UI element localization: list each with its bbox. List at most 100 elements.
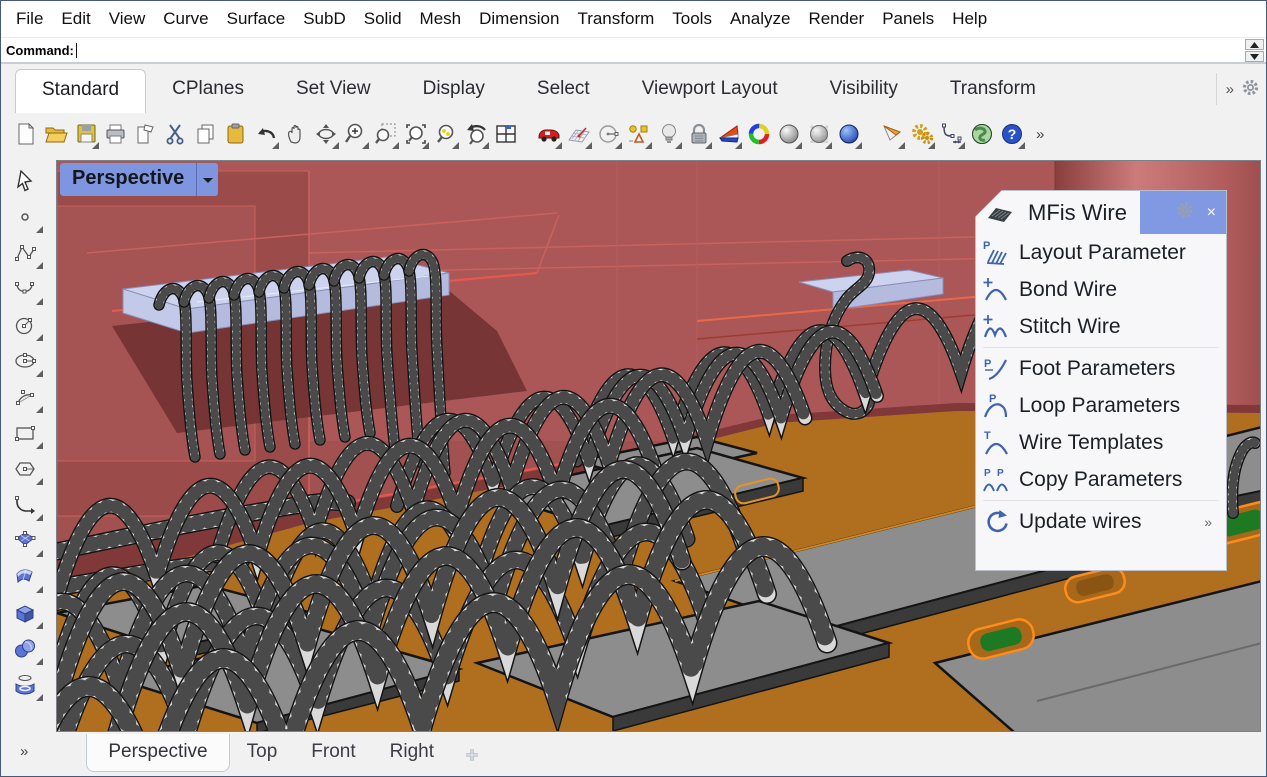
polygon-icon[interactable] <box>7 451 43 487</box>
web-browser-earth-icon[interactable] <box>969 118 995 151</box>
fillet-curves-icon[interactable] <box>7 487 43 523</box>
menu-surface[interactable]: Surface <box>218 7 295 31</box>
print-icon[interactable] <box>103 118 129 151</box>
spin-up-button[interactable] <box>1245 39 1264 50</box>
menu-subd[interactable]: SubD <box>294 7 355 31</box>
export-with-tag-icon[interactable] <box>133 118 159 151</box>
options-gears-icon[interactable] <box>909 118 935 151</box>
new-document-icon[interactable] <box>13 118 39 151</box>
perspective-viewport[interactable]: Perspective MFis Wire × P <box>56 160 1261 732</box>
open-file-icon[interactable] <box>43 118 69 151</box>
zoom-target-icon[interactable] <box>433 118 459 151</box>
control-point-curve-icon[interactable] <box>7 235 43 271</box>
interpolate-curve-icon[interactable] <box>7 271 43 307</box>
zoom-dynamic-icon[interactable] <box>343 118 369 151</box>
spotlight-icon[interactable] <box>879 118 905 151</box>
dimension-icon[interactable] <box>939 118 965 151</box>
viewport-tab-front[interactable]: Front <box>294 734 372 763</box>
box-icon[interactable] <box>7 595 43 631</box>
pan-view-icon[interactable] <box>283 118 309 151</box>
left-toolbar-overflow-chevron[interactable]: » <box>20 743 28 760</box>
cut-icon[interactable] <box>163 118 189 151</box>
viewport-tab-right[interactable]: Right <box>373 734 451 763</box>
add-viewport-icon[interactable] <box>465 746 479 768</box>
tab-display[interactable]: Display <box>397 78 511 113</box>
tab-overflow-chevron[interactable]: » <box>1226 81 1234 98</box>
rotate-view-icon[interactable] <box>313 118 339 151</box>
toolbar-overflow-chevron[interactable]: » <box>1036 126 1044 143</box>
tab-select[interactable]: Select <box>511 78 616 113</box>
mfis-item-layout-parameter[interactable]: P Layout Parameter <box>976 234 1226 271</box>
point-icon[interactable] <box>7 199 43 235</box>
mfis-wire-panel: MFis Wire × P Layout Parameter Bond Wire <box>975 190 1227 571</box>
menu-dimension[interactable]: Dimension <box>470 7 568 31</box>
chevron-down-icon[interactable] <box>196 163 218 196</box>
revolve-icon[interactable] <box>7 667 43 703</box>
menu-mesh[interactable]: Mesh <box>411 7 471 31</box>
menu-file[interactable]: File <box>7 7 52 31</box>
menu-solid[interactable]: Solid <box>355 7 411 31</box>
gear-icon[interactable] <box>1175 200 1195 226</box>
menu-view[interactable]: View <box>100 7 155 31</box>
menu-curve[interactable]: Curve <box>154 7 217 31</box>
mfis-item-update-wires[interactable]: Update wires » <box>976 503 1226 540</box>
tab-cplanes[interactable]: CPlanes <box>146 78 270 113</box>
tab-visibility[interactable]: Visibility <box>804 78 924 113</box>
move-car-icon[interactable] <box>536 118 562 151</box>
rectangle-icon[interactable] <box>7 415 43 451</box>
mfis-item-foot-parameters[interactable]: P Foot Parameters <box>976 350 1226 387</box>
tab-set-view[interactable]: Set View <box>270 78 397 113</box>
loop-parameters-icon: P <box>983 392 1010 419</box>
mfis-item-stitch-wire[interactable]: Stitch Wire <box>976 308 1226 345</box>
select-arrow-icon[interactable] <box>7 163 43 199</box>
menu-panels[interactable]: Panels <box>873 7 943 31</box>
shaded-sphere-icon[interactable] <box>776 118 802 151</box>
menu-render[interactable]: Render <box>799 7 873 31</box>
ghosted-sphere-icon[interactable] <box>806 118 832 151</box>
spin-down-button[interactable] <box>1245 51 1264 62</box>
tab-transform[interactable]: Transform <box>924 78 1062 113</box>
paste-icon[interactable] <box>223 118 249 151</box>
tab-viewport-layout[interactable]: Viewport Layout <box>616 78 804 113</box>
object-snap-icon[interactable] <box>626 118 652 151</box>
ellipse-icon[interactable] <box>7 343 43 379</box>
command-bar[interactable]: Command: <box>1 37 1266 64</box>
help-icon[interactable]: ? <box>999 118 1025 151</box>
menu-edit[interactable]: Edit <box>52 7 99 31</box>
mfis-item-copy-parameters[interactable]: PP Copy Parameters <box>976 461 1226 498</box>
zoom-selected-icon[interactable] <box>403 118 429 151</box>
lock-icon[interactable] <box>686 118 712 151</box>
sphere-icon[interactable] <box>7 631 43 667</box>
arc-icon[interactable] <box>7 379 43 415</box>
save-icon[interactable] <box>73 118 99 151</box>
display-wedge-icon[interactable] <box>716 118 742 151</box>
zoom-window-icon[interactable] <box>373 118 399 151</box>
viewport-tab-top[interactable]: Top <box>230 734 295 763</box>
undo-icon[interactable] <box>253 118 279 151</box>
lamp-icon[interactable] <box>656 118 682 151</box>
mfis-item-label: Update wires <box>1019 510 1142 534</box>
rendered-sphere-icon[interactable] <box>836 118 862 151</box>
surface-from-points-icon[interactable] <box>7 523 43 559</box>
copy-icon[interactable] <box>193 118 219 151</box>
tab-standard[interactable]: Standard <box>15 69 146 113</box>
undo-view-change-icon[interactable] <box>463 118 489 151</box>
gear-icon[interactable] <box>1241 78 1260 101</box>
surface-patch-icon[interactable] <box>7 559 43 595</box>
mfis-item-bond-wire[interactable]: Bond Wire <box>976 271 1226 308</box>
viewport-title-dropdown[interactable]: Perspective <box>60 163 218 196</box>
close-icon[interactable]: × <box>1207 205 1216 221</box>
cplane-icon[interactable] <box>566 118 592 151</box>
menu-help[interactable]: Help <box>943 7 996 31</box>
viewport-tab-perspective[interactable]: Perspective <box>86 734 229 772</box>
mfis-item-wire-templates[interactable]: T Wire Templates <box>976 424 1226 461</box>
circle-icon[interactable] <box>7 307 43 343</box>
menu-tools[interactable]: Tools <box>663 7 721 31</box>
menu-analyze[interactable]: Analyze <box>721 7 799 31</box>
color-wheel-icon[interactable] <box>746 118 772 151</box>
set-view-circle-icon[interactable] <box>596 118 622 151</box>
mfis-panel-overflow-chevron[interactable]: » <box>1204 514 1212 530</box>
mfis-item-loop-parameters[interactable]: P Loop Parameters <box>976 387 1226 424</box>
menu-transform[interactable]: Transform <box>568 7 663 31</box>
viewport-layout-icon[interactable] <box>493 118 519 151</box>
